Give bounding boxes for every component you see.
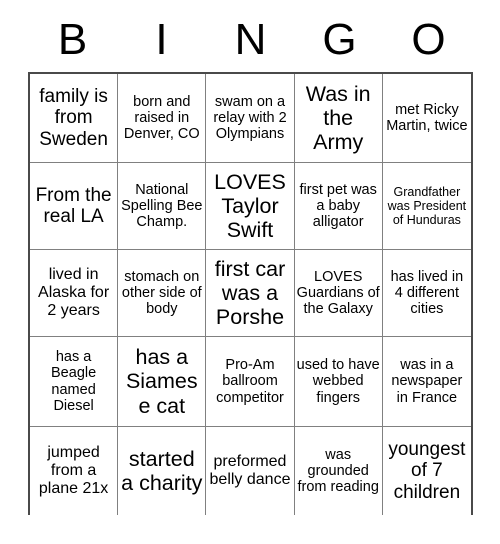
bingo-cell-label: first pet was a baby alligator xyxy=(299,181,377,231)
bingo-cell[interactable]: was grounded from reading xyxy=(294,427,383,515)
bingo-cell-label: jumped from a plane 21x xyxy=(38,444,109,497)
header-letter-n: N xyxy=(234,15,267,64)
bingo-cell-label: LOVES Taylor Swift xyxy=(214,169,286,243)
bingo-cell-label: LOVES Guardians of the Galaxy xyxy=(296,268,380,318)
bingo-cell[interactable]: LOVES Guardians of the Galaxy xyxy=(294,250,383,337)
bingo-card: B I N G O family is from Sweden born and… xyxy=(0,0,500,544)
bingo-cell-label: has lived in 4 different cities xyxy=(390,268,464,318)
bingo-cell-label: started a charity xyxy=(121,446,203,495)
bingo-header: B I N G O xyxy=(28,14,473,66)
bingo-cell[interactable]: has a Beagle named Diesel xyxy=(30,337,119,427)
bingo-cell[interactable]: jumped from a plane 21x xyxy=(30,427,119,515)
bingo-cell[interactable]: born and raised in Denver, CO xyxy=(118,74,207,163)
header-letter-b: B xyxy=(57,15,88,64)
bingo-cell-label: was in a newspaper in France xyxy=(391,357,463,406)
bingo-cell[interactable]: first car was a Porshe xyxy=(206,250,295,337)
bingo-cell-label: swam on a relay with 2 Olympians xyxy=(213,93,287,143)
header-letter-i: I xyxy=(155,15,168,64)
bingo-cell[interactable]: started a charity xyxy=(118,427,207,515)
bingo-cell[interactable]: stomach on other side of body xyxy=(118,250,207,337)
bingo-cell-label: From the real LA xyxy=(35,184,112,227)
header-letter-g: G xyxy=(322,15,357,64)
bingo-cell[interactable]: was in a newspaper in France xyxy=(382,337,471,427)
bingo-cell-label: used to have webbed fingers xyxy=(296,357,380,406)
bingo-cell[interactable]: has a Siamese cat xyxy=(118,337,207,427)
bingo-grid: family is from Sweden born and raised in… xyxy=(28,72,473,515)
bingo-cell[interactable]: National Spelling Bee Champ. xyxy=(118,163,207,250)
bingo-cell-label: preformed belly dance xyxy=(209,453,291,488)
bingo-cell-label: Pro-Am ballroom competitor xyxy=(216,357,284,406)
bingo-cell[interactable]: Pro-Am ballroom competitor xyxy=(206,337,295,427)
bingo-cell[interactable]: family is from Sweden xyxy=(30,74,119,163)
bingo-cell[interactable]: has lived in 4 different cities xyxy=(382,250,471,337)
bingo-cell[interactable]: lived in Alaska for 2 years xyxy=(30,250,119,337)
header-letter-o: O xyxy=(411,15,446,64)
bingo-cell[interactable]: preformed belly dance xyxy=(206,427,295,515)
bingo-cell-label: lived in Alaska for 2 years xyxy=(38,266,110,319)
bingo-cell-label: Grandfather was President of Hunduras xyxy=(387,185,467,227)
bingo-cell[interactable]: LOVES Taylor Swift xyxy=(206,163,295,250)
bingo-cell-label: Was in the Army xyxy=(305,81,371,155)
bingo-cell-label: family is from Sweden xyxy=(39,86,108,150)
bingo-cell[interactable]: used to have webbed fingers xyxy=(294,337,383,427)
bingo-cell[interactable]: youngest of 7 children xyxy=(382,427,471,515)
bingo-cell[interactable]: Was in the Army xyxy=(294,74,383,163)
bingo-cell-label: was grounded from reading xyxy=(297,446,379,496)
bingo-cell[interactable]: met Ricky Martin, twice xyxy=(382,74,471,163)
bingo-cell-label: has a Beagle named Diesel xyxy=(51,349,97,414)
bingo-cell[interactable]: swam on a relay with 2 Olympians xyxy=(206,74,295,163)
bingo-cell-label: National Spelling Bee Champ. xyxy=(121,181,203,231)
bingo-cell[interactable]: From the real LA xyxy=(30,163,119,250)
bingo-cell[interactable]: first pet was a baby alligator xyxy=(294,163,383,250)
bingo-cell-label: first car was a Porshe xyxy=(214,256,286,330)
bingo-cell-label: stomach on other side of body xyxy=(121,268,202,318)
bingo-cell-label: born and raised in Denver, CO xyxy=(123,93,200,143)
bingo-cell-label: has a Siamese cat xyxy=(125,345,198,418)
bingo-cell[interactable]: Grandfather was President of Hunduras xyxy=(382,163,471,250)
bingo-cell-label: youngest of 7 children xyxy=(388,439,466,503)
bingo-cell-label: met Ricky Martin, twice xyxy=(386,101,468,134)
